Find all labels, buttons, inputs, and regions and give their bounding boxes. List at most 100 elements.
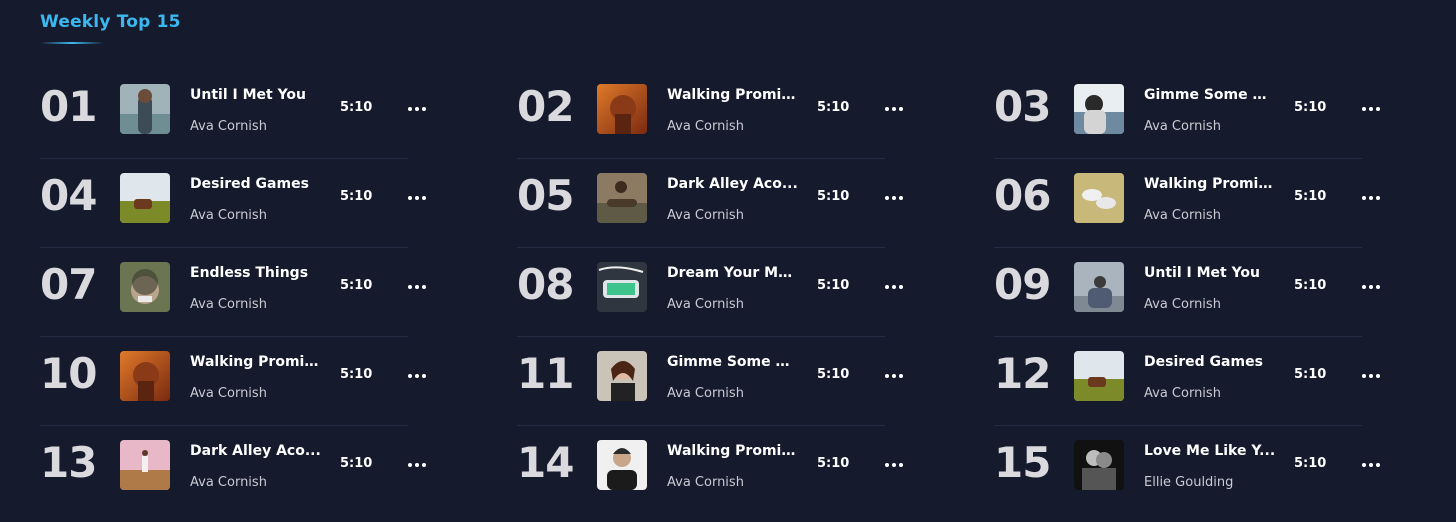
artist-name-link[interactable]: Ava Cornish bbox=[667, 119, 744, 134]
artist-name-link[interactable]: Ava Cornish bbox=[1144, 119, 1221, 134]
album-cover-image[interactable] bbox=[597, 351, 647, 401]
track-item[interactable]: 04 Desired Games Ava Cornish 5:10 bbox=[40, 159, 426, 248]
track-title-link[interactable]: Walking Promises bbox=[667, 87, 799, 103]
more-options-icon[interactable] bbox=[885, 373, 903, 379]
track-rank: 06 bbox=[994, 171, 1051, 220]
track-title-link[interactable]: Love Me Like Y... bbox=[1144, 443, 1276, 459]
more-options-icon[interactable] bbox=[408, 462, 426, 468]
more-options-icon[interactable] bbox=[1362, 373, 1380, 379]
track-duration: 5:10 bbox=[817, 100, 850, 115]
album-cover-image[interactable] bbox=[1074, 262, 1124, 312]
track-rank: 09 bbox=[994, 260, 1051, 309]
track-rank: 05 bbox=[517, 171, 574, 220]
track-title-link[interactable]: Walking Promises bbox=[667, 443, 799, 459]
artist-name-link[interactable]: Ava Cornish bbox=[667, 208, 744, 223]
track-duration: 5:10 bbox=[340, 367, 373, 382]
weekly-top-section: Weekly Top 15 01 Until I Met You Ava Corni… bbox=[0, 0, 1456, 522]
track-title-link[interactable]: Dream Your Mom... bbox=[667, 265, 799, 281]
track-item[interactable]: 10 Walking Promises Ava Cornish 5:10 bbox=[40, 337, 426, 426]
artist-name-link[interactable]: Ava Cornish bbox=[667, 386, 744, 401]
track-title-link[interactable]: Gimme Some Cou... bbox=[1144, 87, 1276, 103]
track-duration: 5:10 bbox=[1294, 100, 1327, 115]
track-item[interactable]: 02 Walking Promises Ava Cornish 5:10 bbox=[517, 70, 903, 159]
more-options-icon[interactable] bbox=[1362, 195, 1380, 201]
track-duration: 5:10 bbox=[817, 278, 850, 293]
album-cover-image[interactable] bbox=[1074, 351, 1124, 401]
track-duration: 5:10 bbox=[340, 278, 373, 293]
album-cover-image[interactable] bbox=[1074, 173, 1124, 223]
track-duration: 5:10 bbox=[817, 456, 850, 471]
album-cover-image[interactable] bbox=[597, 173, 647, 223]
track-title-link[interactable]: Walking Promises bbox=[190, 354, 322, 370]
track-rank: 11 bbox=[517, 349, 574, 398]
track-rank: 08 bbox=[517, 260, 574, 309]
more-options-icon[interactable] bbox=[885, 284, 903, 290]
more-options-icon[interactable] bbox=[408, 284, 426, 290]
artist-name-link[interactable]: Ava Cornish bbox=[190, 119, 267, 134]
track-item[interactable]: 12 Desired Games Ava Cornish 5:10 bbox=[994, 337, 1380, 426]
track-item[interactable]: 07 Endless Things Ava Cornish 5:10 bbox=[40, 248, 426, 337]
track-rank: 04 bbox=[40, 171, 97, 220]
track-title-link[interactable]: Desired Games bbox=[1144, 354, 1276, 370]
more-options-icon[interactable] bbox=[885, 195, 903, 201]
artist-name-link[interactable]: Ava Cornish bbox=[190, 297, 267, 312]
artist-name-link[interactable]: Ava Cornish bbox=[1144, 386, 1221, 401]
album-cover-image[interactable] bbox=[1074, 84, 1124, 134]
album-cover-image[interactable] bbox=[120, 84, 170, 134]
album-cover-image[interactable] bbox=[597, 440, 647, 490]
more-options-icon[interactable] bbox=[885, 462, 903, 468]
track-title-link[interactable]: Walking Promises bbox=[1144, 176, 1276, 192]
track-duration: 5:10 bbox=[1294, 189, 1327, 204]
track-rank: 03 bbox=[994, 82, 1051, 131]
more-options-icon[interactable] bbox=[885, 106, 903, 112]
artist-name-link[interactable]: Ava Cornish bbox=[1144, 208, 1221, 223]
more-options-icon[interactable] bbox=[408, 106, 426, 112]
artist-name-link[interactable]: Ava Cornish bbox=[190, 208, 267, 223]
track-item[interactable]: 13 Dark Alley Aco... Ava Cornish 5:10 bbox=[40, 426, 426, 515]
artist-name-link[interactable]: Ellie Goulding bbox=[1144, 475, 1233, 490]
track-duration: 5:10 bbox=[340, 189, 373, 204]
track-rank: 12 bbox=[994, 349, 1051, 398]
track-rank: 15 bbox=[994, 438, 1051, 487]
track-rank: 13 bbox=[40, 438, 97, 487]
more-options-icon[interactable] bbox=[408, 373, 426, 379]
artist-name-link[interactable]: Ava Cornish bbox=[190, 475, 267, 490]
artist-name-link[interactable]: Ava Cornish bbox=[190, 386, 267, 401]
album-cover-image[interactable] bbox=[597, 262, 647, 312]
track-title-link[interactable]: Desired Games bbox=[190, 176, 322, 192]
track-duration: 5:10 bbox=[1294, 278, 1327, 293]
artist-name-link[interactable]: Ava Cornish bbox=[1144, 297, 1221, 312]
track-title-link[interactable]: Endless Things bbox=[190, 265, 322, 281]
track-duration: 5:10 bbox=[1294, 456, 1327, 471]
track-rank: 07 bbox=[40, 260, 97, 309]
track-duration: 5:10 bbox=[340, 456, 373, 471]
track-item[interactable]: 11 Gimme Some Cou... Ava Cornish 5:10 bbox=[517, 337, 903, 426]
track-item[interactable]: 06 Walking Promises Ava Cornish 5:10 bbox=[994, 159, 1380, 248]
album-cover-image[interactable] bbox=[1074, 440, 1124, 490]
album-cover-image[interactable] bbox=[120, 351, 170, 401]
more-options-icon[interactable] bbox=[1362, 462, 1380, 468]
track-item[interactable]: 05 Dark Alley Aco... Ava Cornish 5:10 bbox=[517, 159, 903, 248]
track-title-link[interactable]: Until I Met You bbox=[1144, 265, 1276, 281]
track-title-link[interactable]: Until I Met You bbox=[190, 87, 322, 103]
track-item[interactable]: 08 Dream Your Mom... Ava Cornish 5:10 bbox=[517, 248, 903, 337]
album-cover-image[interactable] bbox=[120, 262, 170, 312]
artist-name-link[interactable]: Ava Cornish bbox=[667, 297, 744, 312]
track-duration: 5:10 bbox=[817, 367, 850, 382]
album-cover-image[interactable] bbox=[597, 84, 647, 134]
more-options-icon[interactable] bbox=[1362, 106, 1380, 112]
artist-name-link[interactable]: Ava Cornish bbox=[667, 475, 744, 490]
track-item[interactable]: 15 Love Me Like Y... Ellie Goulding 5:10 bbox=[994, 426, 1380, 515]
track-item[interactable]: 01 Until I Met You Ava Cornish 5:10 bbox=[40, 70, 426, 159]
album-cover-image[interactable] bbox=[120, 173, 170, 223]
track-item[interactable]: 03 Gimme Some Cou... Ava Cornish 5:10 bbox=[994, 70, 1380, 159]
more-options-icon[interactable] bbox=[1362, 284, 1380, 290]
track-title-link[interactable]: Dark Alley Aco... bbox=[190, 443, 322, 459]
track-title-link[interactable]: Gimme Some Cou... bbox=[667, 354, 799, 370]
album-cover-image[interactable] bbox=[120, 440, 170, 490]
more-options-icon[interactable] bbox=[408, 195, 426, 201]
track-grid: 01 Until I Met You Ava Cornish 5:10 02 Walkin… bbox=[40, 70, 1394, 515]
track-item[interactable]: 14 Walking Promises Ava Cornish 5:10 bbox=[517, 426, 903, 515]
track-title-link[interactable]: Dark Alley Aco... bbox=[667, 176, 799, 192]
track-item[interactable]: 09 Until I Met You Ava Cornish 5:10 bbox=[994, 248, 1380, 337]
